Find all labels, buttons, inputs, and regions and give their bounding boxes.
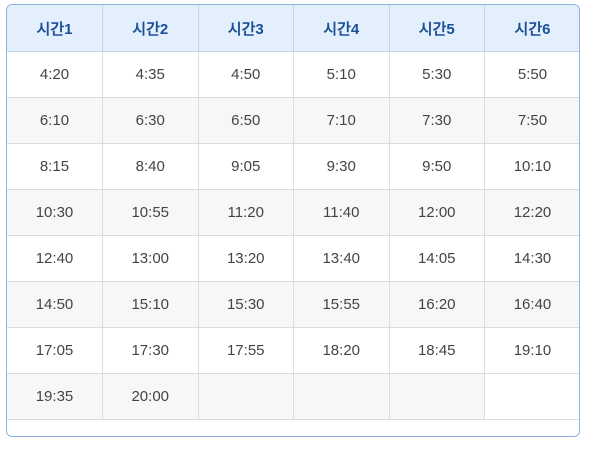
time-cell: 4:50 xyxy=(198,51,294,98)
empty-cell xyxy=(484,373,579,420)
time-cell: 13:40 xyxy=(293,235,390,282)
time-cell: 7:30 xyxy=(389,97,485,144)
time-cell: 5:10 xyxy=(293,51,390,98)
time-cell: 19:10 xyxy=(484,327,579,374)
time-cell: 12:00 xyxy=(389,189,485,236)
time-cell: 7:50 xyxy=(484,97,579,144)
timetable: 시간1 시간2 시간3 시간4 시간5 시간6 4:20 4:35 4:50 5… xyxy=(7,5,579,420)
time-cell: 16:40 xyxy=(484,281,579,328)
time-cell: 10:30 xyxy=(7,189,103,236)
time-cell: 11:20 xyxy=(198,189,294,236)
time-cell: 12:20 xyxy=(484,189,579,236)
time-cell: 10:10 xyxy=(484,143,579,190)
table-row: 19:35 20:00 xyxy=(7,373,579,420)
time-cell: 13:20 xyxy=(198,235,294,282)
time-cell: 15:55 xyxy=(293,281,390,328)
column-header-time-3: 시간3 xyxy=(198,5,294,52)
time-cell: 4:35 xyxy=(102,51,199,98)
time-cell: 10:55 xyxy=(102,189,199,236)
time-cell: 9:05 xyxy=(198,143,294,190)
empty-cell xyxy=(389,373,485,420)
time-cell: 17:05 xyxy=(7,327,103,374)
time-cell: 19:35 xyxy=(7,373,103,420)
time-cell: 18:20 xyxy=(293,327,390,374)
time-cell: 7:10 xyxy=(293,97,390,144)
time-cell: 13:00 xyxy=(102,235,199,282)
column-header-time-4: 시간4 xyxy=(293,5,390,52)
time-cell: 5:30 xyxy=(389,51,485,98)
table-row: 17:05 17:30 17:55 18:20 18:45 19:10 xyxy=(7,327,579,374)
table-row: 10:30 10:55 11:20 11:40 12:00 12:20 xyxy=(7,189,579,236)
table-row: 6:10 6:30 6:50 7:10 7:30 7:50 xyxy=(7,97,579,144)
time-cell: 6:30 xyxy=(102,97,199,144)
time-cell: 8:40 xyxy=(102,143,199,190)
table-row: 12:40 13:00 13:20 13:40 14:05 14:30 xyxy=(7,235,579,282)
time-cell: 14:30 xyxy=(484,235,579,282)
empty-cell xyxy=(198,373,294,420)
header-row: 시간1 시간2 시간3 시간4 시간5 시간6 xyxy=(7,5,579,52)
column-header-time-1: 시간1 xyxy=(7,5,103,52)
table-row: 8:15 8:40 9:05 9:30 9:50 10:10 xyxy=(7,143,579,190)
time-cell: 18:45 xyxy=(389,327,485,374)
time-cell: 20:00 xyxy=(102,373,199,420)
timetable-container: 시간1 시간2 시간3 시간4 시간5 시간6 4:20 4:35 4:50 5… xyxy=(6,4,580,437)
time-cell: 12:40 xyxy=(7,235,103,282)
time-cell: 9:30 xyxy=(293,143,390,190)
table-row: 14:50 15:10 15:30 15:55 16:20 16:40 xyxy=(7,281,579,328)
time-cell: 5:50 xyxy=(484,51,579,98)
time-cell: 15:30 xyxy=(198,281,294,328)
time-cell: 6:10 xyxy=(7,97,103,144)
time-cell: 11:40 xyxy=(293,189,390,236)
empty-cell xyxy=(293,373,390,420)
table-row: 4:20 4:35 4:50 5:10 5:30 5:50 xyxy=(7,51,579,98)
time-cell: 16:20 xyxy=(389,281,485,328)
time-cell: 8:15 xyxy=(7,143,103,190)
column-header-time-6: 시간6 xyxy=(484,5,579,52)
time-cell: 17:55 xyxy=(198,327,294,374)
time-cell: 9:50 xyxy=(389,143,485,190)
column-header-time-2: 시간2 xyxy=(102,5,199,52)
time-cell: 14:50 xyxy=(7,281,103,328)
time-cell: 6:50 xyxy=(198,97,294,144)
time-cell: 17:30 xyxy=(102,327,199,374)
time-cell: 4:20 xyxy=(7,51,103,98)
time-cell: 14:05 xyxy=(389,235,485,282)
column-header-time-5: 시간5 xyxy=(389,5,485,52)
time-cell: 15:10 xyxy=(102,281,199,328)
